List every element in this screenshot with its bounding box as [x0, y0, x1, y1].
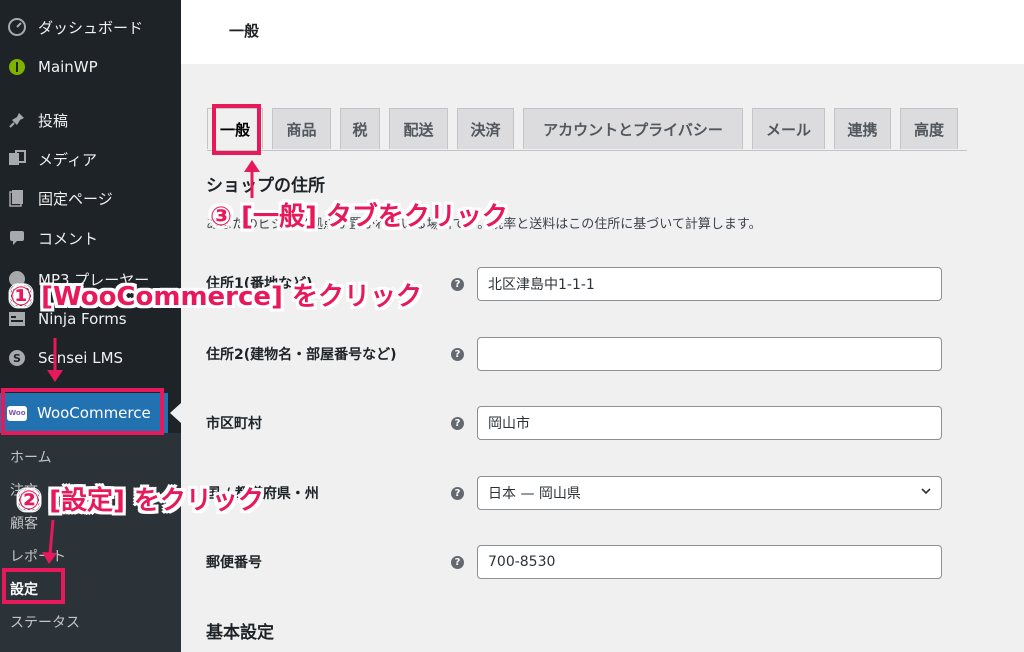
- annotation-step3: ③ [一般] タブをクリック: [210, 202, 508, 232]
- annotation-step2: ② [設定] をクリック: [18, 486, 264, 516]
- arrow-down-to-woocommerce-icon: [47, 338, 63, 382]
- annotation-step1: ① [WooCommerce] をクリック: [10, 282, 422, 312]
- arrow-up-to-tab-icon: [244, 160, 260, 198]
- arrow-down-to-settings-icon: [42, 519, 57, 564]
- annotation-arrows: [42, 160, 260, 564]
